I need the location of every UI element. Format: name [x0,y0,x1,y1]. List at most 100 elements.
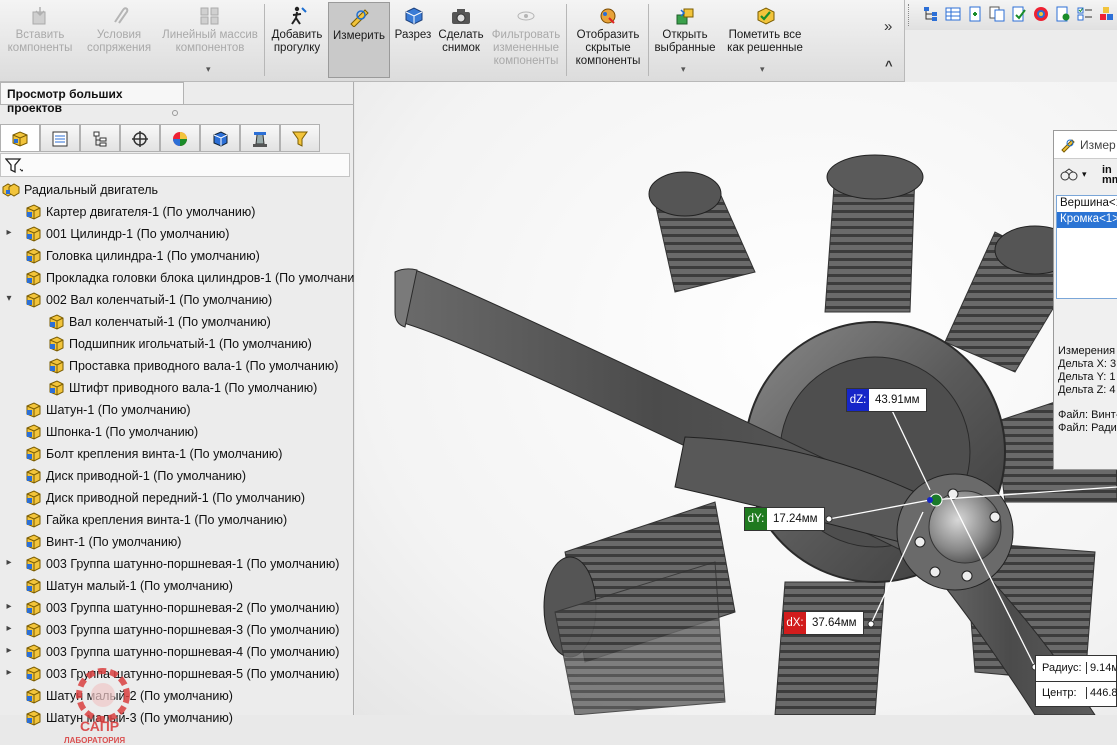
tab-display-manager[interactable] [160,124,200,152]
tree-item[interactable]: ▸ 003 Группа шатунно-поршневая-5 (По умол… [0,663,354,685]
section-view-button[interactable]: Разрез [392,2,434,78]
measure-selection-list[interactable]: Вершина<1 Кромка<1> [1056,195,1117,299]
expand-toggle-icon[interactable]: ▸ [4,645,14,656]
tree-item[interactable]: Винт-1 (По умолчанию) [0,531,354,553]
copy-document-icon[interactable] [989,6,1005,22]
settings-document-icon[interactable] [1055,6,1071,22]
appearance-icon[interactable] [1033,6,1049,22]
table-icon[interactable] [945,6,961,22]
expand-toggle-icon[interactable]: ▸ [4,601,14,612]
tree-item[interactable]: Головка цилиндра-1 (По умолчанию) [0,245,354,267]
panel-splitter-handle[interactable] [172,110,178,116]
tree-item[interactable]: Шпонка-1 (По умолчанию) [0,421,354,443]
cylinder-top-left [648,171,756,293]
new-document-icon[interactable] [967,6,983,22]
tab-feature-manager[interactable] [0,124,40,152]
measure-delta-y: Дельта Y: 1 [1058,371,1116,383]
cylinder-bottom [774,581,886,715]
tree-item[interactable]: Прокладка головки блока цилиндров-1 (По … [0,267,354,289]
mates-button[interactable]: Условия сопряжения [80,2,158,78]
expand-toggle-icon[interactable]: ▸ [4,623,14,634]
chevron-down-icon[interactable]: ▾ [206,64,211,75]
tree-item[interactable]: Проставка приводного вала-1 (По умолчани… [0,355,354,377]
tab-dimxpert-manager[interactable] [120,124,160,152]
tree-item[interactable]: Шатун малый-1 (По умолчанию) [0,575,354,597]
tree-item-label: 003 Группа шатунно-поршневая-4 (По умолч… [46,645,340,659]
tree-icon[interactable] [923,6,939,22]
check-document-icon[interactable] [1011,6,1027,22]
svg-text:ЛАБОРАТОРИЯ: ЛАБОРАТОРИЯ [64,736,125,745]
tree-item[interactable]: ▸ 003 Группа шатунно-поршневая-1 (По умол… [0,553,354,575]
selection-item[interactable]: Кромка<1> [1057,212,1117,228]
component-icon [49,314,64,330]
tree-item[interactable]: ▸ 003 Группа шатунно-поршневая-4 (По умол… [0,641,354,663]
filter-modified-components-button[interactable]: Фильтровать измененные компоненты [488,2,564,78]
selection-item[interactable]: Вершина<1 [1057,196,1117,212]
dz-dimension-tag[interactable]: dZ: 43.91мм [846,388,927,412]
expand-toggle-icon[interactable]: ▾ [4,293,14,304]
component-icon [26,622,41,638]
show-hidden-components-button[interactable]: Отобразить скрытые компоненты [570,2,646,78]
units-button[interactable]: in mm [1102,165,1117,186]
add-walkthrough-button[interactable]: Добавить прогулку [268,2,326,78]
measure-dialog-title[interactable]: Измер [1054,131,1117,159]
large-design-review-tab[interactable]: Просмотр больших проектов [0,82,184,115]
tree-item-label: Проставка приводного вала-1 (По умолчани… [69,359,339,373]
tab-configuration-manager[interactable] [80,124,120,152]
snapshot-button[interactable]: Сделать снимок [436,2,486,78]
dx-dimension-tag[interactable]: dX: 37.64мм [783,611,864,635]
tab-simulation-manager[interactable] [240,124,280,152]
tree-item[interactable]: ▸ 001 Цилиндр-1 (По умолчанию) [0,223,354,245]
tree-filter-bar[interactable] [0,153,350,177]
measure-button[interactable]: Измерить [328,2,390,78]
measure-dialog[interactable]: Измер ▾ in mm Вершина<1 Кромка<1> Измере… [1053,130,1117,470]
radius-callout[interactable]: Радиус: 9.14мм Центр: 446.83 [1035,655,1117,707]
simulation-icon [253,132,267,147]
tree-item[interactable]: Диск приводной передний-1 (По умолчанию) [0,487,354,509]
tree-item[interactable]: Шатун-1 (По умолчанию) [0,399,354,421]
blocks-icon[interactable] [1099,6,1115,22]
tree-item[interactable]: Болт крепления винта-1 (По умолчанию) [0,443,354,465]
expand-toggle-icon[interactable]: ▸ [4,227,14,238]
expand-toggle-icon[interactable]: ▸ [4,557,14,568]
tree-item-label: Головка цилиндра-1 (По умолчанию) [46,249,260,263]
hub-bolt [947,488,959,500]
insert-components-button[interactable]: Вставить компоненты [2,2,78,78]
checkbox-list-icon[interactable] [1077,6,1093,22]
tree-item[interactable]: ▸ 003 Группа шатунно-поршневая-2 (По умол… [0,597,354,619]
tree-item[interactable]: ▾ 002 Вал коленчатый-1 (По умолчанию) [0,289,354,311]
tree-item-label: Штифт приводного вала-1 (По умолчанию) [69,381,318,395]
chevron-down-icon[interactable]: ▾ [760,64,765,75]
chevron-down-icon[interactable]: ▾ [681,64,686,75]
tree-root[interactable]: Радиальный двигатель [0,179,354,201]
tree-item-label: 003 Группа шатунно-поршневая-2 (По умолч… [46,601,340,615]
component-icon [49,380,64,396]
tree-item[interactable]: Картер двигателя-1 (По умолчанию) [0,201,354,223]
tab-cam-manager[interactable] [200,124,240,152]
tree-item[interactable]: Подшипник игольчатый-1 (По умолчанию) [0,333,354,355]
display-manager-icon [173,132,187,146]
mark-all-resolved-button[interactable]: Пометить все как решенные [722,2,808,78]
dy-dimension-tag[interactable]: dY: 17.24мм [744,507,825,531]
radial-engine-model[interactable] [355,82,1117,715]
graphics-area[interactable]: dZ: 43.91мм dY: 17.24мм dX: 37.64мм [355,82,1117,715]
tab-property-manager[interactable] [40,124,80,152]
tree-item[interactable]: ▸ 003 Группа шатунно-поршневая-3 (По умол… [0,619,354,641]
ribbon-overflow-icon[interactable]: » [884,18,892,35]
component-icon [49,336,64,352]
chevron-down-icon[interactable]: ▾ [1082,169,1087,180]
component-icon [26,688,41,704]
tree-item[interactable]: Диск приводной-1 (По умолчанию) [0,465,354,487]
filter-icon[interactable] [5,157,23,175]
arc-circle-icon[interactable] [1060,167,1078,181]
collapse-ribbon-icon[interactable]: ^ [885,58,893,73]
dz-value: 43.91мм [875,394,920,406]
dx-value: 37.64мм [812,617,857,629]
tree-item[interactable]: Гайка крепления винта-1 (По умолчанию) [0,509,354,531]
tree-item[interactable]: Штифт приводного вала-1 (По умолчанию) [0,377,354,399]
tree-item[interactable]: Шатун малый-2 (По умолчанию) [0,685,354,707]
expand-toggle-icon[interactable]: ▸ [4,667,14,678]
tree-item[interactable]: Вал коленчатый-1 (По умолчанию) [0,311,354,333]
tree-item[interactable]: Шатун малый-3 (По умолчанию) [0,707,354,729]
tab-toolbox-manager[interactable] [280,124,320,152]
